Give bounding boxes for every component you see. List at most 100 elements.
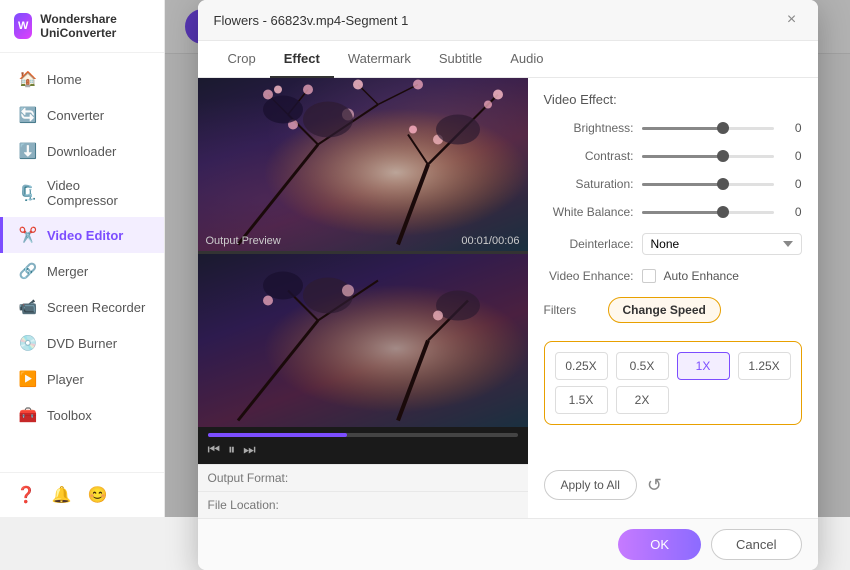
- sidebar-item-screen-recorder[interactable]: 📹 Screen Recorder: [0, 289, 164, 325]
- sidebar-item-dvd-burner[interactable]: 💿 DVD Burner: [0, 325, 164, 361]
- saturation-value: 0: [782, 177, 802, 191]
- sidebar-item-label: Toolbox: [47, 408, 92, 423]
- compressor-icon: 🗜️: [19, 184, 37, 202]
- white-balance-row: White Balance: 0: [544, 205, 802, 219]
- cancel-button[interactable]: Cancel: [711, 529, 801, 560]
- preview-time: 00:01/00:06: [461, 235, 519, 247]
- sidebar-item-label: Downloader: [47, 144, 116, 159]
- sidebar-item-downloader[interactable]: ⬇️ Downloader: [0, 133, 164, 169]
- sidebar-item-label: Video Editor: [47, 228, 123, 243]
- location-label: File Location:: [208, 498, 279, 512]
- sidebar-item-video-compressor[interactable]: 🗜️ Video Compressor: [0, 169, 164, 217]
- sidebar-item-home[interactable]: 🏠 Home: [0, 61, 164, 97]
- output-preview-label: Output Preview: [206, 235, 281, 247]
- brightness-value: 0: [782, 121, 802, 135]
- sidebar-item-label: DVD Burner: [47, 336, 117, 351]
- modal-tabs: Crop Effect Watermark Subtitle Audio: [198, 41, 818, 78]
- tab-crop[interactable]: Crop: [214, 41, 270, 78]
- progress-fill: [208, 433, 348, 437]
- feedback-icon[interactable]: 😊: [88, 485, 108, 505]
- app-logo: W: [14, 13, 32, 39]
- video-frame-top: [198, 78, 528, 251]
- tab-audio[interactable]: Audio: [496, 41, 557, 78]
- effect-modal: Flowers - 66823v.mp4-Segment 1 × Crop Ef…: [198, 0, 818, 570]
- converter-icon: 🔄: [19, 106, 37, 124]
- sidebar-header: W Wondershare UniConverter: [0, 0, 164, 53]
- help-icon[interactable]: ❓: [16, 485, 36, 505]
- white-balance-slider[interactable]: [642, 211, 774, 214]
- pause-button[interactable]: ⏸: [228, 441, 235, 458]
- notification-icon[interactable]: 🔔: [52, 485, 72, 505]
- sidebar: W Wondershare UniConverter 🏠 Home 🔄 Conv…: [0, 0, 165, 517]
- close-button[interactable]: ×: [782, 10, 802, 30]
- sidebar-item-merger[interactable]: 🔗 Merger: [0, 253, 164, 289]
- video-content-svg: [198, 78, 528, 251]
- sidebar-item-label: Video Compressor: [47, 178, 148, 208]
- speed-row-1: 0.25X 0.5X 1X 1.25X: [555, 352, 791, 380]
- player-icon: ▶️: [19, 370, 37, 388]
- reset-button[interactable]: ↺: [647, 475, 662, 496]
- video-controls: ⏮ ⏸ ⏭: [198, 427, 528, 464]
- contrast-value: 0: [782, 149, 802, 163]
- speed-15x-button[interactable]: 1.5X: [555, 386, 608, 414]
- deinterlace-label: Deinterlace:: [544, 237, 634, 251]
- white-balance-value: 0: [782, 205, 802, 219]
- sidebar-item-video-editor[interactable]: ✂️ Video Editor: [0, 217, 164, 253]
- contrast-row: Contrast: 0: [544, 149, 802, 163]
- location-row: File Location:: [198, 491, 528, 518]
- auto-enhance-checkbox[interactable]: [642, 269, 656, 283]
- modal-footer: OK Cancel: [198, 518, 818, 570]
- settings-panel: Video Effect: Brightness: 0 Contrast:: [528, 78, 818, 518]
- speed-1x-button[interactable]: 1X: [677, 352, 730, 380]
- main-content: ＋ Add Files ‹ Flowers - 66823v.mp4-Segme…: [165, 0, 850, 517]
- deinterlace-row: Deinterlace: None Yadif Yadif2x: [544, 233, 802, 255]
- video-progress-bar[interactable]: [208, 433, 518, 437]
- brightness-slider[interactable]: [642, 127, 774, 130]
- modal-body: Output Preview 00:01/00:06: [198, 78, 818, 518]
- sidebar-item-converter[interactable]: 🔄 Converter: [0, 97, 164, 133]
- change-speed-button[interactable]: Change Speed: [608, 297, 721, 323]
- deinterlace-select[interactable]: None Yadif Yadif2x: [642, 233, 802, 255]
- speed-empty-1: [677, 386, 730, 414]
- home-icon: 🏠: [19, 70, 37, 88]
- format-label: Output Format:: [208, 471, 289, 485]
- speed-2x-button[interactable]: 2X: [616, 386, 669, 414]
- bottom-actions: Apply to All ↺: [544, 460, 802, 504]
- contrast-slider[interactable]: [642, 155, 774, 158]
- video-effect-title: Video Effect:: [544, 92, 802, 107]
- toolbox-icon: 🧰: [19, 406, 37, 424]
- apply-to-all-button[interactable]: Apply to All: [544, 470, 637, 500]
- sidebar-item-label: Merger: [47, 264, 88, 279]
- tab-watermark[interactable]: Watermark: [334, 41, 425, 78]
- speed-05x-button[interactable]: 0.5X: [616, 352, 669, 380]
- tab-subtitle[interactable]: Subtitle: [425, 41, 496, 78]
- speed-025x-button[interactable]: 0.25X: [555, 352, 608, 380]
- video-preview-top: Output Preview 00:01/00:06: [198, 78, 528, 251]
- filters-change-speed-row: Filters Change Speed: [544, 297, 802, 323]
- sidebar-item-toolbox[interactable]: 🧰 Toolbox: [0, 397, 164, 433]
- contrast-label: Contrast:: [544, 149, 634, 163]
- rewind-button[interactable]: ⏮: [208, 441, 221, 458]
- sidebar-item-player[interactable]: ▶️ Player: [0, 361, 164, 397]
- ok-button[interactable]: OK: [618, 529, 701, 560]
- saturation-slider[interactable]: [642, 183, 774, 186]
- sidebar-item-label: Converter: [47, 108, 104, 123]
- modal-titlebar: Flowers - 66823v.mp4-Segment 1 ×: [198, 0, 818, 41]
- video-preview-area: Output Preview 00:01/00:06: [198, 78, 528, 518]
- forward-button[interactable]: ⏭: [243, 441, 256, 458]
- recorder-icon: 📹: [19, 298, 37, 316]
- speed-125x-button[interactable]: 1.25X: [738, 352, 791, 380]
- tab-effect[interactable]: Effect: [270, 41, 334, 78]
- controls-row: ⏮ ⏸ ⏭: [208, 441, 518, 458]
- sidebar-item-label: Home: [47, 72, 82, 87]
- filters-section-label: Filters: [544, 303, 600, 317]
- merger-icon: 🔗: [19, 262, 37, 280]
- video-frame-bottom: [198, 254, 528, 427]
- video-preview-bottom: [198, 254, 528, 427]
- auto-enhance-label: Auto Enhance: [664, 269, 739, 283]
- modal-title: Flowers - 66823v.mp4-Segment 1: [214, 13, 409, 28]
- scissors-icon: ✂️: [19, 226, 37, 244]
- sidebar-nav: 🏠 Home 🔄 Converter ⬇️ Downloader 🗜️ Vide…: [0, 53, 164, 472]
- enhance-label: Video Enhance:: [544, 269, 634, 283]
- format-row: Output Format:: [198, 464, 528, 491]
